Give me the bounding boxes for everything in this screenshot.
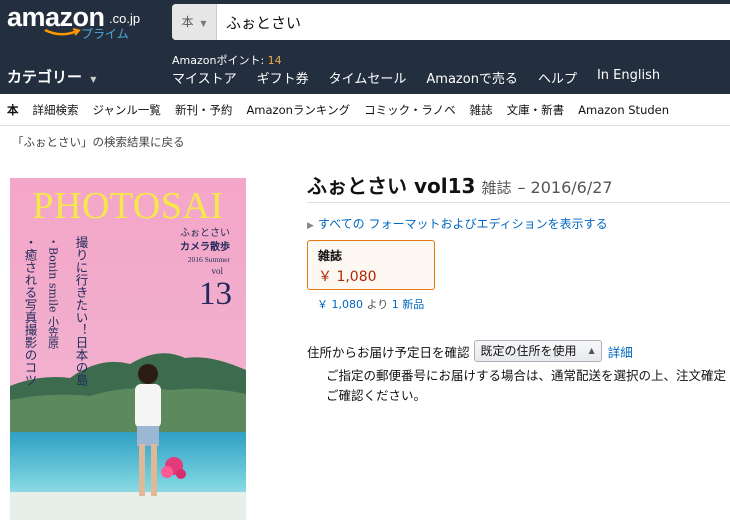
select-arrows-icon: ▲ xyxy=(588,346,595,355)
offer-new-link[interactable]: 1 新品 xyxy=(392,298,425,311)
cover-issue-label: 2016 Summer xyxy=(188,255,231,264)
logo-prime-label: プライム xyxy=(81,27,129,41)
subnav-item-ranking[interactable]: Amazonランキング xyxy=(246,102,350,118)
subnav-item-paperbacks[interactable]: 文庫・新書 xyxy=(507,102,565,118)
header-links: マイストア ギフト券 タイムセール Amazonで売る ヘルプ In Engli… xyxy=(172,68,680,87)
nav-link-english[interactable]: In English xyxy=(597,68,660,87)
all-formats-link[interactable]: ▶ すべての フォーマットおよびエディションを表示する xyxy=(307,215,608,232)
back-to-results-link[interactable]: 「ふぉとさい」の検索結果に戻る xyxy=(12,134,185,150)
cover-vol-number: 13 xyxy=(199,276,232,312)
product-format: 雑誌 xyxy=(481,179,512,197)
cover-kana-title: ふぉとさい xyxy=(180,227,230,239)
books-subnav: 本 詳細検索 ジャンル一覧 新刊・予約 Amazonランキング コミック・ラノベ… xyxy=(0,94,730,126)
cover-series-label: カメラ散歩 xyxy=(180,240,230,253)
address-select[interactable]: 既定の住所を使用 ▲ xyxy=(473,340,602,362)
subnav-item-comics[interactable]: コミック・ラノベ xyxy=(364,102,456,118)
top-navbar: amazon .co.jp プライム 本 ▼ カテゴリー ▼ Amazonポイン… xyxy=(0,0,730,94)
subnav-item-magazines[interactable]: 雑誌 xyxy=(470,102,493,118)
nav-link-gift-cards[interactable]: ギフト券 xyxy=(257,68,309,87)
product-date: – 2016/6/27 xyxy=(517,178,613,197)
delivery-notice: ご指定の郵便番号にお届けする場合は、通常配送を選択の上、注文確定ご確認ください。 xyxy=(326,368,727,403)
triangle-right-icon: ▶ xyxy=(307,221,314,231)
subnav-item-new-releases[interactable]: 新刊・予約 xyxy=(175,102,233,118)
delivery-label: 住所からお届け予定日を確認 xyxy=(307,344,470,360)
search-bar: 本 ▼ xyxy=(172,4,730,40)
all-formats-prefix: すべての xyxy=(317,217,365,231)
subnav-item-books[interactable]: 本 xyxy=(7,102,19,118)
subnav-item-studen[interactable]: Amazon Studen xyxy=(578,103,669,117)
search-category-dropdown[interactable]: 本 ▼ xyxy=(172,4,217,40)
amazon-logo[interactable]: amazon .co.jp プライム xyxy=(7,2,147,42)
points-value: 14 xyxy=(267,54,282,67)
cover-vol-label: vol xyxy=(211,266,223,276)
subnav-item-genres[interactable]: ジャンル一覧 xyxy=(93,102,161,118)
cover-headline-2: ・Bonin smile 小笠原 xyxy=(47,236,60,349)
cover-artwork: PHOTOSAI ふぉとさい カメラ散歩 2016 Summer vol 13 … xyxy=(10,178,246,520)
offer-price: ￥ 1,080 xyxy=(317,298,363,311)
amazon-points[interactable]: Amazonポイント: 14 xyxy=(172,52,282,68)
chevron-down-icon: ▼ xyxy=(90,75,97,84)
product-cover-image[interactable]: PHOTOSAI ふぉとさい カメラ散歩 2016 Summer vol 13 … xyxy=(10,178,246,520)
cover-masthead: PHOTOSAI xyxy=(32,185,223,227)
chevron-down-icon: ▼ xyxy=(200,19,207,28)
offer-from-text: より xyxy=(363,298,392,311)
product-title: ふぉとさい vol13 xyxy=(307,174,476,198)
search-category-label: 本 xyxy=(181,15,194,29)
nav-link-my-store[interactable]: マイストア xyxy=(172,68,237,87)
cover-headline-1: 撮りに行きたい！日本の島 xyxy=(74,236,89,387)
title-divider xyxy=(307,202,730,203)
delivery-detail-link[interactable]: 詳細 xyxy=(608,342,633,361)
product-title-row: ふぉとさい vol13 雑誌 – 2016/6/27 xyxy=(307,170,613,199)
format-option-label: 雑誌 xyxy=(318,249,343,263)
smile-arrow-icon xyxy=(44,28,81,36)
nav-link-help[interactable]: ヘルプ xyxy=(538,68,577,87)
logo-domain-suffix: .co.jp xyxy=(109,11,141,26)
subnav-item-advanced-search[interactable]: 詳細検索 xyxy=(33,102,79,118)
format-option-price: ￥ 1,080 xyxy=(318,269,377,285)
format-option-magazine[interactable]: 雑誌 ￥ 1,080 xyxy=(307,240,435,290)
nav-link-time-sale[interactable]: タイムセール xyxy=(329,68,407,87)
search-input[interactable] xyxy=(226,4,706,40)
cover-headline-3: ・癒される写真撮影のコツ xyxy=(23,236,38,386)
points-label: Amazonポイント: xyxy=(172,54,268,67)
nav-link-sell[interactable]: Amazonで売る xyxy=(426,68,518,87)
all-formats-text: フォーマットおよびエディションを表示する xyxy=(368,217,608,231)
delivery-estimate: 住所からお届け予定日を確認 既定の住所を使用 ▲ 詳細 xyxy=(307,340,633,362)
category-menu-label: カテゴリー xyxy=(7,68,83,86)
address-select-value: 既定の住所を使用 xyxy=(480,344,577,358)
new-offer-line: ￥ 1,080 より 1 新品 xyxy=(317,296,424,312)
category-menu-button[interactable]: カテゴリー ▼ xyxy=(7,66,96,87)
